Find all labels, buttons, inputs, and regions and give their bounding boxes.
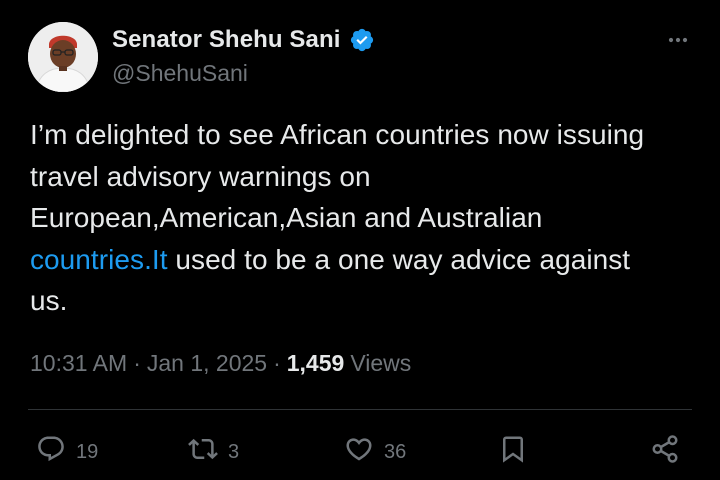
tweet-text: I’m delighted to see African countries n… <box>30 114 698 322</box>
meta-separator: · <box>273 350 281 376</box>
reply-button[interactable]: 19 <box>36 430 98 474</box>
author-name-row[interactable]: Senator Shehu Sani <box>112 25 375 55</box>
more-icon[interactable] <box>664 26 692 54</box>
tweet-text-line: I’m delighted to see African countries n… <box>30 119 645 150</box>
views-label: Views <box>350 350 412 376</box>
tweet-text-line: travel advisory warnings on <box>30 160 371 192</box>
like-button[interactable]: 36 <box>344 430 406 474</box>
divider <box>28 409 692 410</box>
tweet-text-line: European,American,Asian and Australian <box>30 202 543 233</box>
tweet-link[interactable]: countries.It <box>30 244 168 275</box>
verified-badge-icon[interactable] <box>349 27 375 53</box>
tweet-text-fragment: used to be a one way advice against <box>167 243 631 275</box>
tweet-actions: 19 3 36 <box>0 430 720 474</box>
share-icon <box>650 434 680 470</box>
author-display-name[interactable]: Senator Shehu Sani <box>112 26 341 54</box>
bookmark-icon <box>498 434 528 470</box>
tweet-card: Senator Shehu Sani @ShehuSani I’m deligh… <box>0 0 720 480</box>
tweet-date[interactable]: Jan 1, 2025 <box>147 350 267 376</box>
reply-icon <box>36 434 66 470</box>
views-count: 1,459 <box>286 350 345 376</box>
tweet-meta: 10:31 AM · Jan 1, 2025 · 1,459 Views <box>30 350 411 377</box>
reply-count: 19 <box>76 440 99 463</box>
repost-icon <box>188 434 218 470</box>
share-button[interactable] <box>650 430 680 474</box>
tweet-text-line: countries.It used to be a one way advice… <box>30 239 698 281</box>
like-icon <box>344 434 374 470</box>
repost-count: 3 <box>228 440 240 463</box>
author-handle[interactable]: @ShehuSani <box>112 60 248 87</box>
tweet-time[interactable]: 10:31 AM <box>30 350 127 376</box>
meta-separator: · <box>133 350 141 376</box>
avatar[interactable] <box>28 22 98 92</box>
like-count: 36 <box>384 440 407 463</box>
tweet-text-line: us. <box>30 285 68 316</box>
avatar-image <box>28 22 98 92</box>
bookmark-button[interactable] <box>498 430 528 474</box>
repost-button[interactable]: 3 <box>188 430 239 474</box>
